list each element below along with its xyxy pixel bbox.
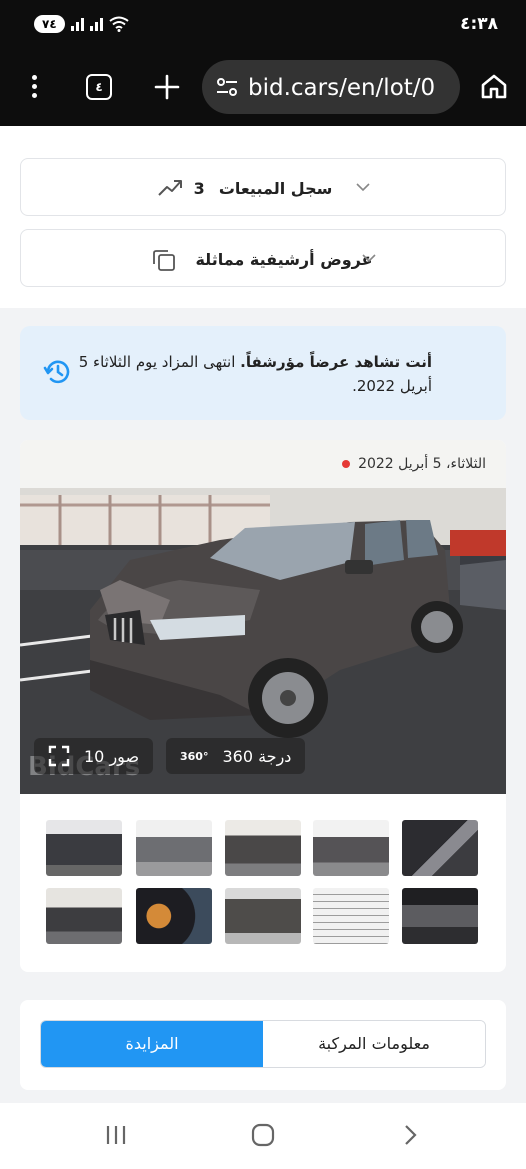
history-section: سجل المبيعات 3 عروض أرشيفية مماثلة	[0, 126, 526, 308]
thumbnail[interactable]	[225, 888, 301, 944]
system-nav-bar	[0, 1103, 526, 1169]
back-nav-icon[interactable]	[398, 1123, 422, 1147]
copy-icon	[153, 250, 175, 271]
detail-tabs-card: المزايدة معلومات المركبة	[20, 1000, 506, 1090]
rotate-360-icon: 360°	[180, 749, 209, 763]
recent-apps-icon[interactable]	[104, 1123, 128, 1147]
live-status-dot	[342, 460, 351, 468]
sales-history-dropdown[interactable]: سجل المبيعات 3	[20, 158, 506, 216]
similar-offers-dropdown[interactable]: عروض أرشيفية مماثلة	[20, 229, 506, 287]
archived-notice: أنت تشاهد عرضاً مؤرشفاً. انتهى المزاد يو…	[20, 326, 506, 420]
auction-date: الثلاثاء، 5 أبريل 2022	[342, 456, 486, 472]
page-content: سجل المبيعات 3 عروض أرشيفية مماثلة أنت ت…	[0, 126, 526, 1103]
overflow-menu-icon[interactable]	[24, 72, 44, 102]
signal-icon	[70, 17, 84, 31]
auction-date-text: الثلاثاء، 5 أبريل 2022	[358, 456, 486, 472]
detail-tabs: المزايدة معلومات المركبة	[40, 1020, 486, 1068]
photos-count-label: 10 صور	[84, 746, 140, 766]
history-icon	[43, 360, 70, 384]
thumbnail[interactable]	[313, 820, 389, 876]
photo-gallery: الثلاثاء، 5 أبريل 2022 BidCars 10 صور 36…	[20, 440, 506, 972]
chevron-down-icon	[356, 183, 370, 192]
trending-up-icon	[158, 180, 182, 196]
thumbnail[interactable]	[402, 820, 478, 876]
tab-auction[interactable]: المزايدة	[41, 1021, 263, 1067]
thumbnail[interactable]	[402, 888, 478, 944]
wifi-icon	[109, 16, 129, 32]
address-bar[interactable]: bid.cars/en/lot/0	[202, 60, 460, 114]
archived-notice-text: أنت تشاهد عرضاً مؤرشفاً. انتهى المزاد يو…	[72, 350, 432, 398]
signal-icon-2	[89, 17, 103, 31]
fullscreen-icon	[48, 745, 70, 767]
browser-toolbar: ٤ bid.cars/en/lot/0	[0, 50, 526, 126]
site-settings-icon[interactable]	[216, 77, 238, 97]
thumbnail[interactable]	[46, 820, 122, 876]
new-tab-icon[interactable]	[152, 72, 182, 102]
photos-count-button[interactable]: 10 صور	[34, 738, 154, 774]
thumbnail[interactable]	[136, 888, 212, 944]
sales-history-label: سجل المبيعات	[218, 178, 333, 198]
sales-history-count: 3	[193, 178, 205, 198]
home-icon[interactable]	[480, 72, 508, 100]
chevron-down-icon	[362, 254, 376, 263]
home-nav-icon[interactable]	[250, 1122, 276, 1148]
view-360-button[interactable]: 360° 360 درجة	[166, 738, 306, 774]
thumbnail[interactable]	[225, 820, 301, 876]
similar-offers-label: عروض أرشيفية مماثلة	[195, 249, 373, 269]
tab-vehicle-info[interactable]: معلومات المركبة	[263, 1021, 485, 1067]
view-360-label: 360 درجة	[222, 746, 292, 766]
status-bar: ٧٤ ٤:٣٨	[0, 0, 526, 50]
main-vehicle-photo[interactable]: الثلاثاء، 5 أبريل 2022 BidCars 10 صور 36…	[20, 440, 506, 794]
thumbnail[interactable]	[313, 888, 389, 944]
tab-switcher-button[interactable]: ٤	[86, 74, 112, 100]
url-text: bid.cars/en/lot/0	[248, 75, 436, 101]
thumbnail[interactable]	[136, 820, 212, 876]
clock: ٤:٣٨	[460, 14, 498, 34]
thumbnail[interactable]	[46, 888, 122, 944]
battery-indicator: ٧٤	[34, 15, 65, 33]
archived-notice-bold: أنت تشاهد عرضاً مؤرشفاً.	[240, 353, 432, 371]
status-indicators: ٧٤	[34, 15, 129, 33]
